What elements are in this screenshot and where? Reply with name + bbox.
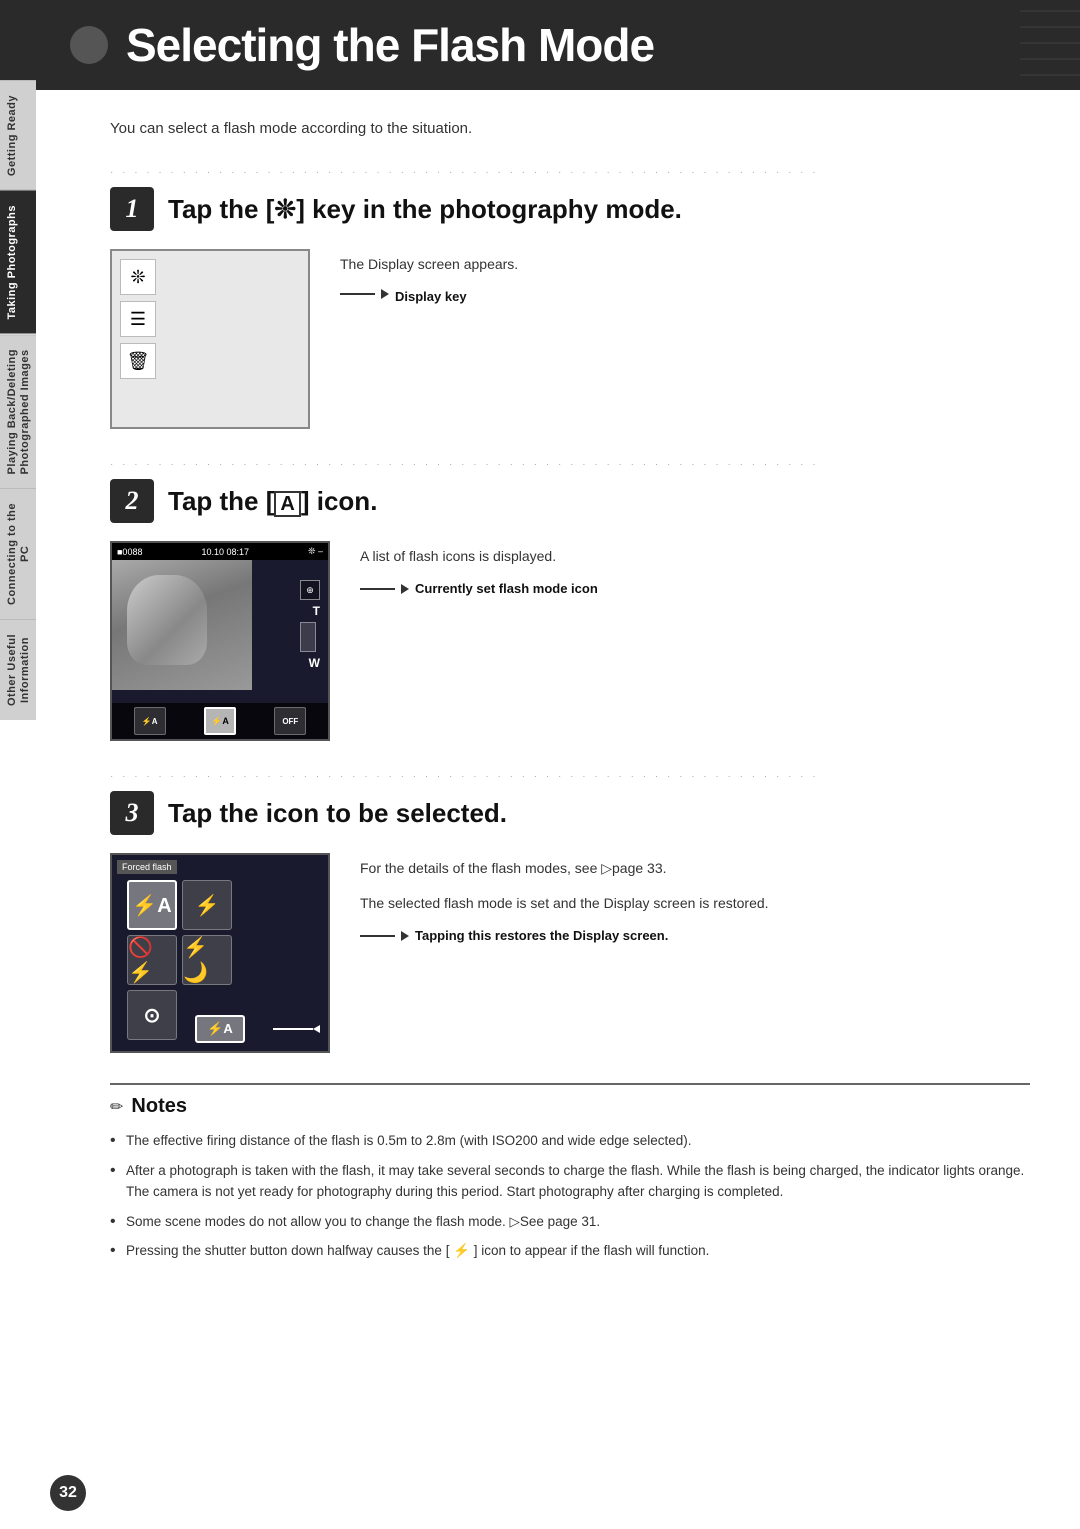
step-3-section: · · · · · · · · · · · · · · · · · · · · … — [110, 771, 1030, 1053]
cam2-label-t: T — [300, 604, 320, 618]
step-2-number: 2 — [110, 479, 154, 523]
cam2-zoom-bar — [300, 622, 316, 652]
page-number: 32 — [50, 1475, 86, 1511]
cam3-arrow — [273, 1025, 320, 1033]
camera-screen-3: Forced flash ⚡A ⚡ 🚫⚡ ⚡🌙 ⊙ ⚡A — [110, 853, 330, 1053]
callout-line-3 — [360, 935, 395, 937]
page-title: Selecting the Flash Mode — [126, 18, 654, 72]
step-3-desc-text-1: For the details of the flash modes, see … — [360, 858, 1030, 879]
notes-title: Notes — [131, 1095, 187, 1118]
step-3-dots: · · · · · · · · · · · · · · · · · · · · … — [110, 771, 1030, 783]
step-1-body: ❊ ☰ 🗑 The Display screen appears. Displa… — [110, 249, 1030, 429]
cam2-portrait — [127, 575, 207, 665]
cam3-btn-2[interactable]: ⚡ — [182, 880, 232, 930]
step-1-desc-text: The Display screen appears. — [340, 254, 1030, 275]
cam3-btn-1[interactable]: ⚡A — [127, 880, 177, 930]
cam3-bottom-btn[interactable]: ⚡A — [195, 1015, 245, 1043]
step-1-label: Display key — [395, 289, 467, 304]
cam2-flash-off: OFF — [274, 707, 306, 735]
cam3-btn-4[interactable]: ⚡🌙 — [182, 935, 232, 985]
step-3-body: Forced flash ⚡A ⚡ 🚫⚡ ⚡🌙 ⊙ ⚡A — [110, 853, 1030, 1053]
sidebar-item-taking-photos[interactable]: Taking Photographs — [0, 190, 36, 334]
callout-arrowhead-3 — [401, 931, 409, 941]
camera-screen-2: ■0088 10.10 08:17 ❊ – ⊕ T W — [110, 541, 330, 741]
cam2-flash-auto: ⚡A — [134, 707, 166, 735]
cam2-flash-forced: ⚡A — [204, 707, 236, 735]
callout-line-2 — [360, 588, 395, 590]
cam3-btn-3[interactable]: 🚫⚡ — [127, 935, 177, 985]
cam2-icons-right: ⊕ T W — [300, 580, 320, 670]
side-tabs: Getting Ready Taking Photographs Playing… — [0, 80, 36, 720]
step-1-description: The Display screen appears. Display key — [340, 249, 1030, 304]
sidebar-item-getting-ready[interactable]: Getting Ready — [0, 80, 36, 190]
step-1-number: 1 — [110, 187, 154, 231]
notes-item-1: The effective firing distance of the fla… — [110, 1130, 1030, 1152]
camera-screen-1: ❊ ☰ 🗑 — [110, 249, 310, 429]
notes-header: ✏ Notes — [110, 1095, 1030, 1118]
callout-line-horiz — [340, 293, 375, 295]
step-1-header: 1 Tap the [❊] key in the photography mod… — [110, 187, 1030, 231]
notes-list: The effective firing distance of the fla… — [110, 1130, 1030, 1262]
key-icon-menu: ☰ — [120, 301, 156, 337]
step-2-body: ■0088 10.10 08:17 ❊ – ⊕ T W — [110, 541, 1030, 741]
step-2-image: ■0088 10.10 08:17 ❊ – ⊕ T W — [110, 541, 330, 741]
cam2-label-w: W — [300, 656, 320, 670]
notes-item-3: Some scene modes do not allow you to cha… — [110, 1211, 1030, 1233]
cam3-btn-5[interactable]: ⊙ — [127, 990, 177, 1040]
key-icon-flash: ❊ — [120, 259, 156, 295]
step-2-section: · · · · · · · · · · · · · · · · · · · · … — [110, 459, 1030, 741]
step-2-title: Tap the [A] icon. — [168, 486, 377, 517]
step-1-dots: · · · · · · · · · · · · · · · · · · · · … — [110, 167, 1030, 179]
pencil-icon: ✏ — [110, 1097, 123, 1117]
sidebar-item-other[interactable]: Other UsefulInformation — [0, 619, 36, 720]
step-3-label: Tapping this restores the Display screen… — [415, 928, 668, 943]
callout-arrowhead — [381, 289, 389, 299]
step-1-callout: Display key — [340, 289, 1030, 304]
step-3-image: Forced flash ⚡A ⚡ 🚫⚡ ⚡🌙 ⊙ ⚡A — [110, 853, 330, 1053]
step-2-dots: · · · · · · · · · · · · · · · · · · · · … — [110, 459, 1030, 471]
main-content: You can select a flash mode according to… — [50, 90, 1080, 1300]
cam2-top-bar: ■0088 10.10 08:17 ❊ – — [112, 543, 328, 560]
step-2-desc-text: A list of flash icons is displayed. — [360, 546, 1030, 567]
step-3-title: Tap the icon to be selected. — [168, 798, 507, 829]
cam3-forced-label: Forced flash — [117, 860, 177, 874]
cam2-bottom-bar: ⚡A ⚡A OFF — [112, 703, 328, 739]
header-bullet — [70, 26, 108, 64]
step-1-section: · · · · · · · · · · · · · · · · · · · · … — [110, 167, 1030, 429]
step-3-number: 3 — [110, 791, 154, 835]
cam2-portrait-bg — [112, 560, 252, 690]
callout-arrowhead-2 — [401, 584, 409, 594]
page-header: Selecting the Flash Mode — [0, 0, 1080, 90]
step-3-desc-text-2: The selected flash mode is set and the D… — [360, 893, 1030, 914]
cam2-icon-zoom: ⊕ — [300, 580, 320, 600]
intro-text: You can select a flash mode according to… — [110, 120, 1030, 137]
key-icon-trash: 🗑 — [120, 343, 156, 379]
step-2-description: A list of flash icons is displayed. Curr… — [360, 541, 1030, 596]
step-1-title: Tap the [❊] key in the photography mode. — [168, 194, 682, 225]
notes-item-2: After a photograph is taken with the fla… — [110, 1160, 1030, 1203]
step-2-label: Currently set flash mode icon — [415, 581, 598, 596]
step-3-header: 3 Tap the icon to be selected. — [110, 791, 1030, 835]
notes-section: ✏ Notes The effective firing distance of… — [110, 1083, 1030, 1262]
sidebar-item-playing-back[interactable]: Playing Back/DeletingPhotographed Images — [0, 334, 36, 488]
step-3-description: For the details of the flash modes, see … — [360, 853, 1030, 943]
notes-item-4: Pressing the shutter button down halfway… — [110, 1240, 1030, 1262]
sidebar-item-connecting[interactable]: Connecting to thePC — [0, 488, 36, 619]
step-2-header: 2 Tap the [A] icon. — [110, 479, 1030, 523]
step-1-image: ❊ ☰ 🗑 — [110, 249, 310, 429]
